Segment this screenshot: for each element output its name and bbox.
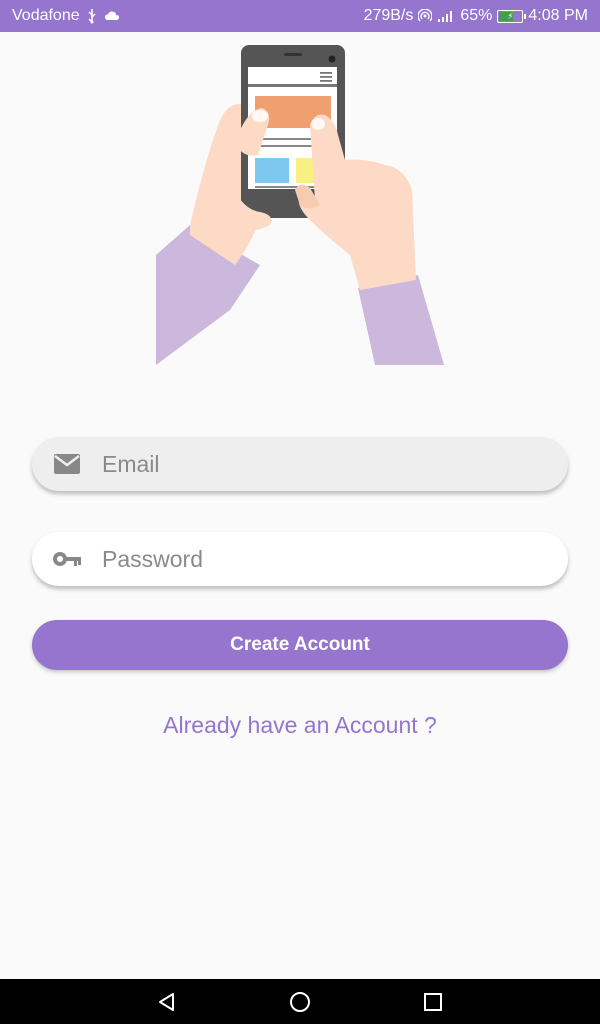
status-bar: Vodafone 279B/s 65% ⚡ 4:08 PM	[0, 0, 600, 32]
back-icon[interactable]	[147, 982, 187, 1022]
navigation-bar	[0, 979, 600, 1024]
usb-icon	[86, 8, 98, 24]
phone-illustration	[150, 40, 450, 370]
login-link[interactable]: Already have an Account ?	[0, 712, 600, 739]
battery-icon: ⚡	[497, 9, 527, 23]
password-field[interactable]	[32, 532, 568, 586]
cloud-icon	[104, 10, 120, 22]
mail-icon	[32, 437, 102, 491]
status-right: 279B/s 65% ⚡ 4:08 PM	[364, 7, 588, 25]
password-input[interactable]	[102, 532, 568, 586]
clock: 4:08 PM	[528, 7, 588, 24]
recent-apps-icon[interactable]	[413, 982, 453, 1022]
signal-icon	[437, 9, 455, 23]
network-speed: 279B/s	[363, 7, 414, 24]
create-account-button[interactable]: Create Account	[32, 620, 568, 670]
hotspot-icon	[418, 9, 433, 23]
email-field[interactable]	[32, 437, 568, 491]
status-left: Vodafone	[12, 7, 120, 25]
carrier-name: Vodafone	[12, 7, 80, 24]
home-icon[interactable]	[280, 982, 320, 1022]
charging-icon: ⚡	[507, 10, 514, 21]
key-icon	[32, 532, 102, 586]
battery-percent: 65%	[460, 7, 493, 24]
email-input[interactable]	[102, 437, 568, 491]
